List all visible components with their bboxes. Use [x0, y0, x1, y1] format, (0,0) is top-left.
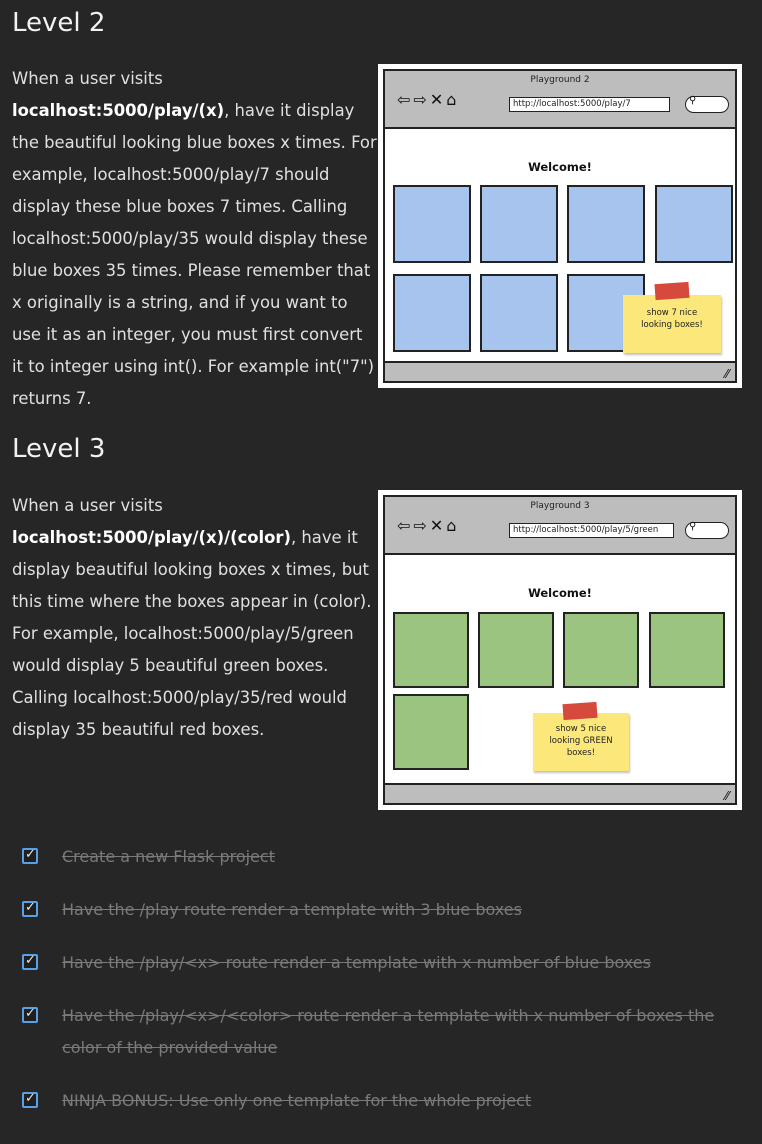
sticky-note-text: show 7 nice looking boxes!: [641, 308, 703, 330]
search-field: ⚲: [685, 521, 729, 539]
arrow-right-icon: ⇨: [413, 516, 427, 535]
close-icon: ✕: [429, 516, 444, 535]
playground-2-mockup: Playground 2 ⇦ ⇨ ✕ ⌂ http://localhost:50…: [378, 64, 742, 388]
checkmark-icon: ✓: [25, 847, 36, 862]
playground-3-mockup: Playground 3 ⇦ ⇨ ✕ ⌂ http://localhost:50…: [378, 490, 742, 810]
level-3-heading: Level 3: [12, 434, 106, 464]
search-icon: ⚲: [689, 95, 697, 106]
home-icon: ⌂: [446, 90, 457, 109]
sticky-note: show 5 nice looking GREEN boxes!: [533, 701, 629, 771]
browser-window-title: Playground 2: [530, 75, 590, 85]
task-checkbox[interactable]: ✓: [22, 1091, 38, 1108]
level-2-route: localhost:5000/play/(x): [12, 101, 225, 120]
blue-box: [480, 185, 558, 263]
arrow-right-icon: ⇨: [413, 90, 427, 109]
address-bar: http://localhost:5000/play/5/green: [509, 523, 674, 538]
task-label: NINJA BONUS: Use only one template for t…: [62, 1091, 532, 1110]
level-3-description: When a user visits localhost:5000/play/(…: [12, 490, 377, 746]
green-box: [478, 612, 554, 688]
browser-toolbar: Playground 2 ⇦ ⇨ ✕ ⌂ http://localhost:50…: [385, 71, 735, 129]
task-label: Have the /play/<x>/<color> route render …: [62, 1006, 715, 1057]
welcome-text: Welcome!: [528, 586, 592, 600]
blue-box: [480, 274, 558, 352]
level-2-heading: Level 2: [12, 8, 106, 38]
blue-box: [393, 274, 471, 352]
address-bar: http://localhost:5000/play/7: [509, 97, 670, 112]
sticky-note-text: show 5 nice looking GREEN boxes!: [549, 724, 613, 758]
browser-status-bar: ⁄⁄: [385, 783, 735, 803]
blue-box: [567, 185, 645, 263]
level-2-text-lead: When a user visits: [12, 69, 163, 88]
task-checkbox[interactable]: ✓: [22, 900, 38, 917]
task-checkbox[interactable]: ✓: [22, 847, 38, 864]
level-3-text-lead: When a user visits: [12, 496, 163, 515]
checkmark-icon: ✓: [25, 900, 36, 915]
browser-toolbar: Playground 3 ⇦ ⇨ ✕ ⌂ http://localhost:50…: [385, 497, 735, 555]
home-icon: ⌂: [446, 516, 457, 535]
resize-grip-icon: ⁄⁄: [724, 367, 729, 381]
green-box: [393, 612, 469, 688]
level-3-text-rest: , have it display beautiful looking boxe…: [12, 528, 372, 739]
level-3-route: localhost:5000/play/(x)/(color): [12, 528, 291, 547]
sticky-note: show 7 nice looking boxes!: [623, 281, 721, 353]
task-label: Have the /play/<x> route render a templa…: [62, 953, 651, 972]
resize-grip-icon: ⁄⁄: [724, 789, 729, 803]
green-box: [393, 694, 469, 770]
arrow-left-icon: ⇦: [397, 516, 411, 535]
blue-box: [393, 185, 471, 263]
green-box: [563, 612, 639, 688]
browser-window-title: Playground 3: [530, 501, 590, 511]
green-box: [649, 612, 725, 688]
arrow-left-icon: ⇦: [397, 90, 411, 109]
tape: [562, 701, 598, 721]
level-2-description: When a user visits localhost:5000/play/(…: [12, 63, 377, 415]
task-label: Have the /play route render a template w…: [62, 900, 522, 919]
welcome-text: Welcome!: [528, 160, 592, 174]
task-checkbox[interactable]: ✓: [22, 1006, 38, 1023]
search-field: ⚲: [685, 95, 729, 113]
tape: [654, 281, 690, 301]
search-icon: ⚲: [689, 521, 697, 532]
close-icon: ✕: [429, 90, 444, 109]
task-checkbox[interactable]: ✓: [22, 953, 38, 970]
checkmark-icon: ✓: [25, 953, 36, 968]
level-2-text-rest: , have it display the beautiful looking …: [12, 101, 377, 408]
blue-box: [655, 185, 733, 263]
checkmark-icon: ✓: [25, 1091, 36, 1106]
task-label: Create a new Flask project: [62, 847, 275, 866]
browser-status-bar: ⁄⁄: [385, 361, 735, 381]
checkmark-icon: ✓: [25, 1006, 36, 1021]
